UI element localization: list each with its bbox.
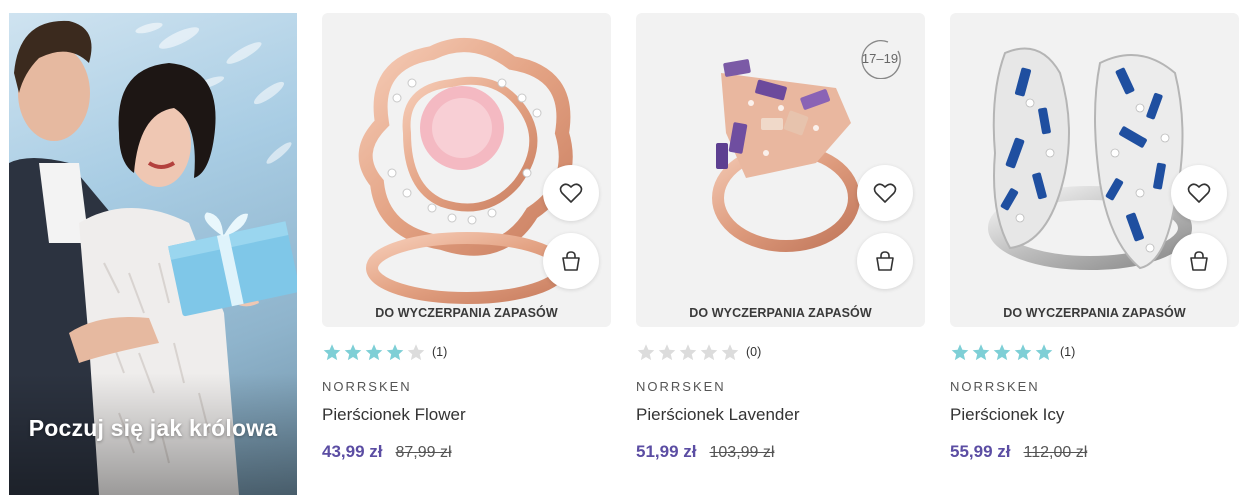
star-empty-icon [637,343,655,360]
product-card: 17–19 DO WYCZERPANIA ZAPASÓW (0) NORRSKE… [636,13,925,483]
product-prices: 51,99 zł 103,99 zł [636,442,774,462]
rating-stars [322,343,426,362]
product-brand: NORRSKEN [950,379,1040,394]
product-old-price: 87,99 zł [395,444,452,461]
rating-count: (1) [432,345,448,359]
product-old-price: 112,00 zł [1023,444,1088,461]
star-filled-icon [323,343,341,360]
star-empty-icon [658,343,676,360]
add-to-wishlist-button[interactable] [1171,165,1227,221]
heart-icon [1187,183,1211,203]
shopping-bag-icon [562,251,580,271]
star-filled-icon [365,343,383,360]
product-image[interactable]: DO WYCZERPANIA ZAPASÓW [322,13,611,327]
star-filled-icon [972,343,990,360]
product-rating: (1) [950,342,1075,362]
add-to-cart-button[interactable] [857,233,913,289]
age-range-label: 17–19 [861,51,899,66]
star-empty-icon [407,343,425,360]
rating-count: (0) [746,345,762,359]
star-filled-icon [344,343,362,360]
product-prices: 43,99 zł 87,99 zł [322,442,452,462]
stock-badge: DO WYCZERPANIA ZAPASÓW [375,306,558,320]
add-to-cart-button[interactable] [543,233,599,289]
product-card: DO WYCZERPANIA ZAPASÓW (1) NORRSKEN Pier… [322,13,611,483]
star-filled-icon [1035,343,1053,360]
promo-banner[interactable]: Poczuj się jak królowa [9,13,297,495]
star-filled-icon [386,343,404,360]
product-rating: (0) [636,342,761,362]
star-empty-icon [721,343,739,360]
product-name[interactable]: Pierścionek Lavender [636,405,799,425]
product-brand: NORRSKEN [322,379,412,394]
product-brand: NORRSKEN [636,379,726,394]
product-prices: 55,99 zł 112,00 zł [950,442,1087,462]
shopping-bag-icon [876,251,894,271]
product-name[interactable]: Pierścionek Icy [950,405,1064,425]
heart-icon [873,183,897,203]
rating-count: (1) [1060,345,1076,359]
add-to-cart-button[interactable] [1171,233,1227,289]
product-price: 55,99 zł [950,442,1011,461]
stock-badge: DO WYCZERPANIA ZAPASÓW [689,306,872,320]
rating-stars [636,343,740,362]
star-empty-icon [679,343,697,360]
rating-stars [950,343,1054,362]
product-price: 51,99 zł [636,442,697,461]
product-old-price: 103,99 zł [709,444,775,461]
age-range-badge: 17–19 [858,39,902,80]
product-image[interactable]: DO WYCZERPANIA ZAPASÓW [950,13,1239,327]
add-to-wishlist-button[interactable] [543,165,599,221]
star-filled-icon [1014,343,1032,360]
product-image[interactable]: 17–19 DO WYCZERPANIA ZAPASÓW [636,13,925,327]
star-empty-icon [700,343,718,360]
stock-badge: DO WYCZERPANIA ZAPASÓW [1003,306,1186,320]
promo-title: Poczuj się jak królowa [28,415,278,441]
star-filled-icon [993,343,1011,360]
product-card: DO WYCZERPANIA ZAPASÓW (1) NORRSKEN Pier… [950,13,1239,483]
add-to-wishlist-button[interactable] [857,165,913,221]
product-name[interactable]: Pierścionek Flower [322,405,466,425]
heart-icon [559,183,583,203]
product-price: 43,99 zł [322,442,383,461]
star-filled-icon [951,343,969,360]
product-rating: (1) [322,342,447,362]
shopping-bag-icon [1190,251,1208,271]
